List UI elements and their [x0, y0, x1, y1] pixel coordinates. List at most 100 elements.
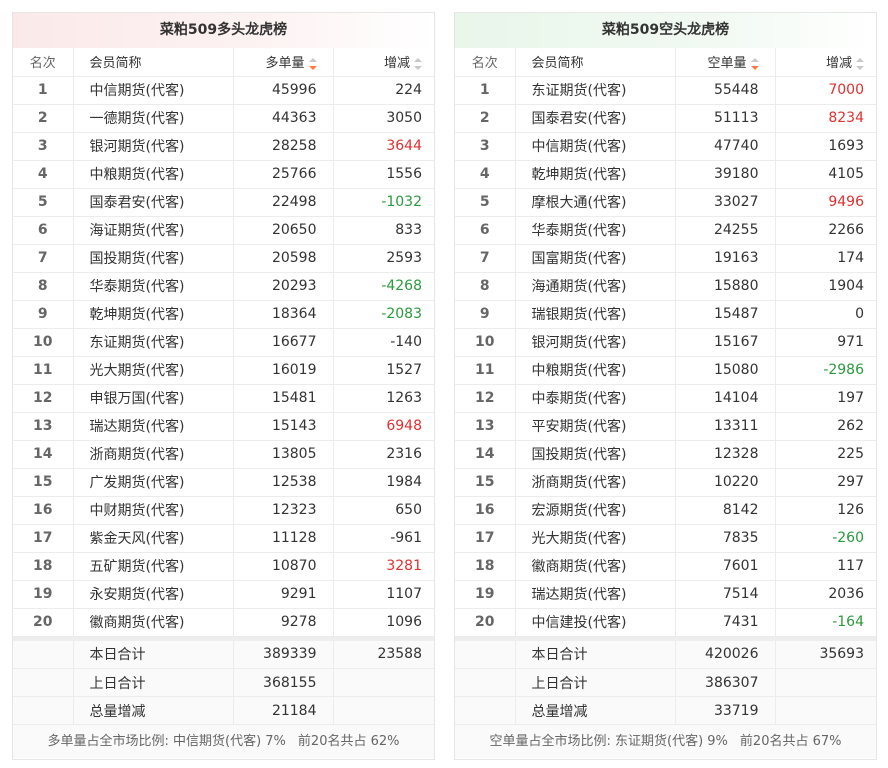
volume-cell: 7514: [675, 580, 776, 609]
table-row[interactable]: 17 紫金天风(代客) 11128 -961: [13, 524, 434, 553]
totals-volume: 33719: [675, 696, 776, 725]
sort-icon[interactable]: [856, 57, 864, 70]
member-name-cell: 摩根大通(代客): [515, 188, 676, 217]
rank-cell: 9: [13, 300, 74, 329]
table-row[interactable]: 19 瑞达期货(代客) 7514 2036: [455, 580, 876, 609]
table-row[interactable]: 14 国投期货(代客) 12328 225: [455, 440, 876, 469]
table-row[interactable]: 2 一德期货(代客) 44363 3050: [13, 104, 434, 133]
change-cell: 1904: [775, 272, 876, 301]
sort-icon[interactable]: [308, 57, 317, 70]
table-row[interactable]: 20 中信建投(代客) 7431 -164: [455, 608, 876, 637]
volume-cell: 16677: [233, 328, 334, 357]
table-row[interactable]: 15 广发期货(代客) 12538 1984: [13, 468, 434, 497]
table-row[interactable]: 18 徽商期货(代客) 7601 117: [455, 552, 876, 581]
member-name-cell: 瑞达期货(代客): [515, 580, 676, 609]
table-row[interactable]: 12 申银万国(代客) 15481 1263: [13, 384, 434, 413]
top20-share-text: 前20名共占 67%: [739, 734, 842, 749]
totals-change: [333, 696, 434, 725]
table-row[interactable]: 18 五矿期货(代客) 10870 3281: [13, 552, 434, 581]
table-row[interactable]: 11 光大期货(代客) 16019 1527: [13, 356, 434, 385]
table-row[interactable]: 3 银河期货(代客) 28258 3644: [13, 132, 434, 161]
header-short-volume[interactable]: 空单量: [675, 48, 776, 77]
totals-spacer: [13, 640, 74, 669]
table-row[interactable]: 11 中粮期货(代客) 15080 -2986: [455, 356, 876, 385]
rank-cell: 1: [13, 76, 74, 105]
member-name-cell: 海通期货(代客): [515, 272, 676, 301]
table-row[interactable]: 10 银河期货(代客) 15167 971: [455, 328, 876, 357]
table-row[interactable]: 3 中信期货(代客) 47740 1693: [455, 132, 876, 161]
header-label: 增减: [383, 56, 410, 72]
table-row[interactable]: 5 国泰君安(代客) 22498 -1032: [13, 188, 434, 217]
volume-cell: 13805: [233, 440, 334, 469]
member-name-cell: 广发期货(代客): [73, 468, 234, 497]
member-name-cell: 浙商期货(代客): [73, 440, 234, 469]
table-row[interactable]: 5 摩根大通(代客) 33027 9496: [455, 188, 876, 217]
member-name-cell: 国投期货(代客): [515, 440, 676, 469]
totals-volume: 21184: [233, 696, 334, 725]
member-name-cell: 瑞银期货(代客): [515, 300, 676, 329]
table-row[interactable]: 2 国泰君安(代客) 51113 8234: [455, 104, 876, 133]
table-row[interactable]: 19 永安期货(代客) 9291 1107: [13, 580, 434, 609]
totals-change: [333, 668, 434, 697]
change-cell: -164: [775, 608, 876, 637]
table-row[interactable]: 16 中财期货(代客) 12323 650: [13, 496, 434, 525]
header-change[interactable]: 增减: [333, 48, 434, 77]
volume-cell: 14104: [675, 384, 776, 413]
volume-cell: 15481: [233, 384, 334, 413]
table-row[interactable]: 10 东证期货(代客) 16677 -140: [13, 328, 434, 357]
table-row[interactable]: 1 东证期货(代客) 55448 7000: [455, 76, 876, 105]
table-row[interactable]: 12 中泰期货(代客) 14104 197: [455, 384, 876, 413]
sort-icon[interactable]: [750, 57, 759, 70]
table-row[interactable]: 1 中信期货(代客) 45996 224: [13, 76, 434, 105]
volume-cell: 7835: [675, 524, 776, 553]
member-name-cell: 徽商期货(代客): [73, 608, 234, 637]
table-row[interactable]: 14 浙商期货(代客) 13805 2316: [13, 440, 434, 469]
header-long-volume[interactable]: 多单量: [233, 48, 334, 77]
totals-row: 上日合计 368155: [13, 668, 434, 697]
rank-cell: 12: [455, 384, 516, 413]
sort-icon[interactable]: [414, 57, 422, 70]
table-row[interactable]: 7 国富期货(代客) 19163 174: [455, 244, 876, 273]
table-row[interactable]: 9 乾坤期货(代客) 18364 -2083: [13, 300, 434, 329]
table-row[interactable]: 6 华泰期货(代客) 24255 2266: [455, 216, 876, 245]
member-name-cell: 国富期货(代客): [515, 244, 676, 273]
change-cell: 971: [775, 328, 876, 357]
totals-volume: 389339: [233, 640, 334, 669]
totals-change: [775, 696, 876, 725]
rank-cell: 18: [455, 552, 516, 581]
member-name-cell: 银河期货(代客): [73, 132, 234, 161]
table-row[interactable]: 20 徽商期货(代客) 9278 1096: [13, 608, 434, 637]
table-row[interactable]: 4 乾坤期货(代客) 39180 4105: [455, 160, 876, 189]
table-row[interactable]: 17 光大期货(代客) 7835 -260: [455, 524, 876, 553]
table-row[interactable]: 9 瑞银期货(代客) 15487 0: [455, 300, 876, 329]
volume-cell: 12323: [233, 496, 334, 525]
table-row[interactable]: 13 平安期货(代客) 13311 262: [455, 412, 876, 441]
change-cell: -4268: [333, 272, 434, 301]
table-row[interactable]: 8 华泰期货(代客) 20293 -4268: [13, 272, 434, 301]
change-cell: 1556: [333, 160, 434, 189]
table-row[interactable]: 13 瑞达期货(代客) 15143 6948: [13, 412, 434, 441]
volume-cell: 8142: [675, 496, 776, 525]
volume-cell: 22498: [233, 188, 334, 217]
table-row[interactable]: 15 浙商期货(代客) 10220 297: [455, 468, 876, 497]
table-row[interactable]: 6 海证期货(代客) 20650 833: [13, 216, 434, 245]
header-change[interactable]: 增减: [775, 48, 876, 77]
summary-footer: 空单量占全市场比例: 东证期货(代客) 9% 前20名共占 67%: [455, 725, 876, 758]
rank-cell: 13: [455, 412, 516, 441]
table-row[interactable]: 7 国投期货(代客) 20598 2593: [13, 244, 434, 273]
change-cell: 174: [775, 244, 876, 273]
change-cell: 2266: [775, 216, 876, 245]
short-totals-table: 本日合计 420026 35693 上日合计 386307 总量增减 33719: [455, 640, 876, 725]
table-row[interactable]: 16 宏源期货(代客) 8142 126: [455, 496, 876, 525]
member-name-cell: 中粮期货(代客): [515, 356, 676, 385]
table-row[interactable]: 4 中粮期货(代客) 25766 1556: [13, 160, 434, 189]
member-name-cell: 光大期货(代客): [515, 524, 676, 553]
volume-cell: 9291: [233, 580, 334, 609]
member-name-cell: 乾坤期货(代客): [515, 160, 676, 189]
header-label: 多单量: [265, 56, 305, 72]
member-name-cell: 徽商期货(代客): [515, 552, 676, 581]
rank-cell: 15: [455, 468, 516, 497]
change-cell: -2986: [775, 356, 876, 385]
table-row[interactable]: 8 海通期货(代客) 15880 1904: [455, 272, 876, 301]
panel-title: 菜粕509空头龙虎榜: [455, 13, 876, 48]
